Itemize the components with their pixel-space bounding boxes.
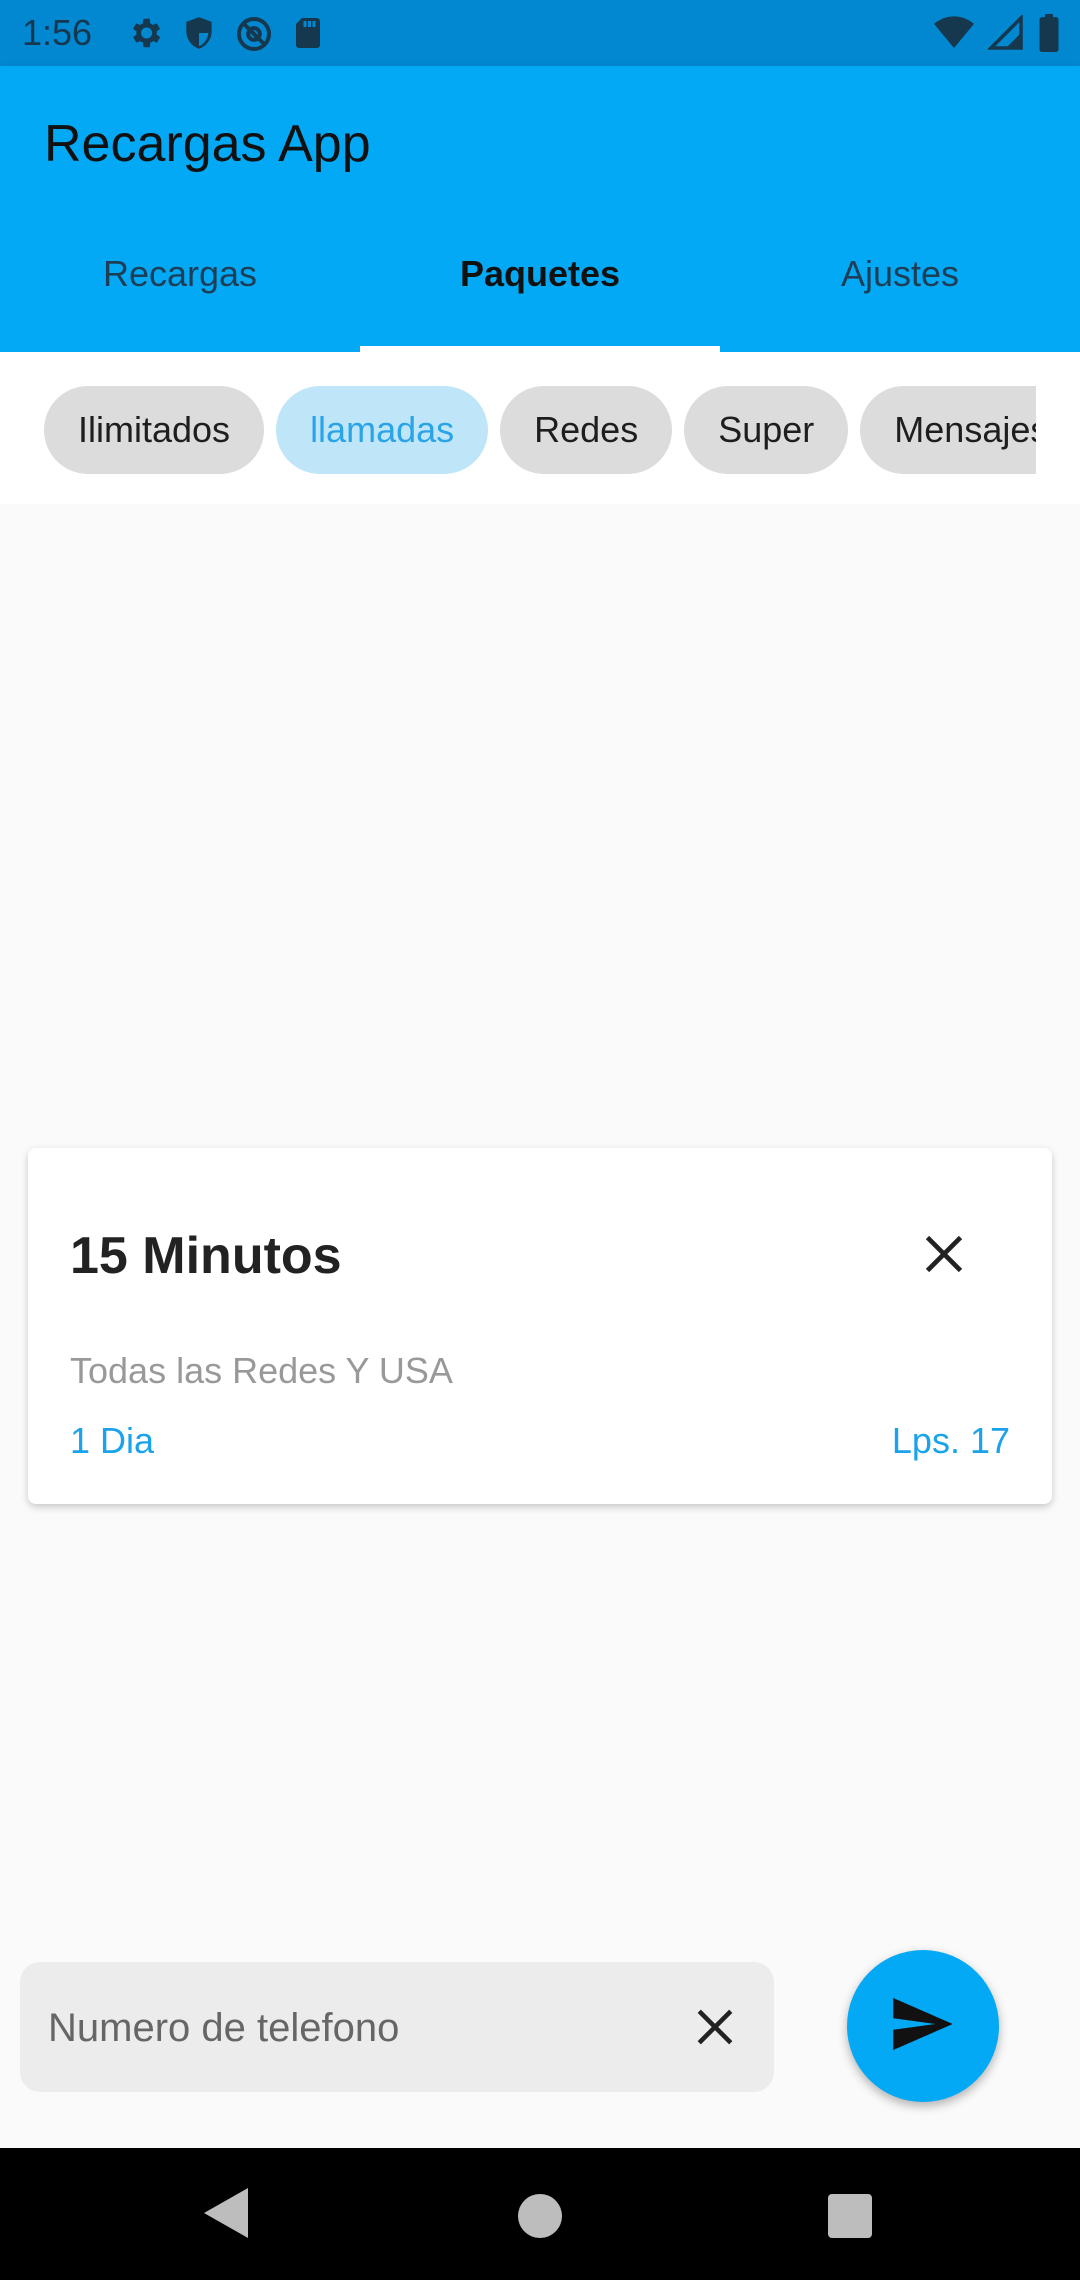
phone-number-input[interactable]: [46, 1962, 650, 2094]
back-icon[interactable]: [204, 2188, 248, 2243]
chip-redes[interactable]: Redes: [500, 386, 673, 474]
clear-icon[interactable]: [694, 2006, 736, 2048]
signal-icon: [988, 15, 1024, 51]
chip-mensajes[interactable]: Mensajes: [860, 386, 1036, 474]
chip-ilimitados[interactable]: Ilimitados: [44, 386, 265, 474]
package-title: 15 Minutos: [70, 1227, 342, 1285]
battery-icon: [1038, 14, 1060, 52]
tab-label: Recargas: [102, 253, 258, 294]
shield-icon: [180, 14, 218, 54]
send-icon: [893, 1997, 953, 2055]
package-description: Todas las Redes Y USA: [70, 1350, 453, 1391]
app-title: Recargas App: [44, 115, 371, 173]
chip-llamadas[interactable]: llamadas: [276, 386, 489, 474]
category-chip-row: Ilimitados llamadas Redes Super Mensajes: [0, 352, 1080, 504]
tab-ajustes[interactable]: Ajustes: [720, 216, 1080, 352]
home-icon[interactable]: [518, 2194, 562, 2243]
tab-label: Paquetes: [459, 253, 621, 294]
package-duration: 1 Dia: [70, 1420, 155, 1461]
chip-super[interactable]: Super: [684, 386, 849, 474]
status-icons-left: [126, 14, 326, 54]
chip-scroll[interactable]: Ilimitados llamadas Redes Super Mensajes: [44, 386, 1036, 476]
tab-label: Ajustes: [840, 253, 960, 294]
wifi-icon: [934, 15, 974, 51]
send-button[interactable]: [847, 1950, 999, 2102]
tab-recargas[interactable]: Recargas: [0, 216, 360, 352]
close-icon[interactable]: [922, 1232, 966, 1276]
system-nav-bar: [0, 2148, 1080, 2280]
tab-paquetes[interactable]: Paquetes: [360, 216, 720, 352]
phone-field: [20, 1962, 774, 2094]
status-icons-right: [934, 14, 1060, 52]
at-sign-icon: [234, 14, 274, 54]
sd-card-icon: [290, 14, 326, 54]
recents-icon[interactable]: [828, 2194, 872, 2243]
package-card[interactable]: 15 Minutos Todas las Redes Y USA 1 Dia L…: [28, 1148, 1052, 1504]
package-price: Lps. 17: [891, 1420, 1010, 1461]
tab-bar: Recargas Paquetes Ajustes: [0, 216, 1080, 352]
status-bar: 1:56: [0, 0, 1080, 66]
gear-icon: [126, 14, 164, 54]
status-time: 1:56: [22, 12, 93, 53]
app-bar: Recargas App Recargas Paquetes Ajustes: [0, 66, 1080, 352]
